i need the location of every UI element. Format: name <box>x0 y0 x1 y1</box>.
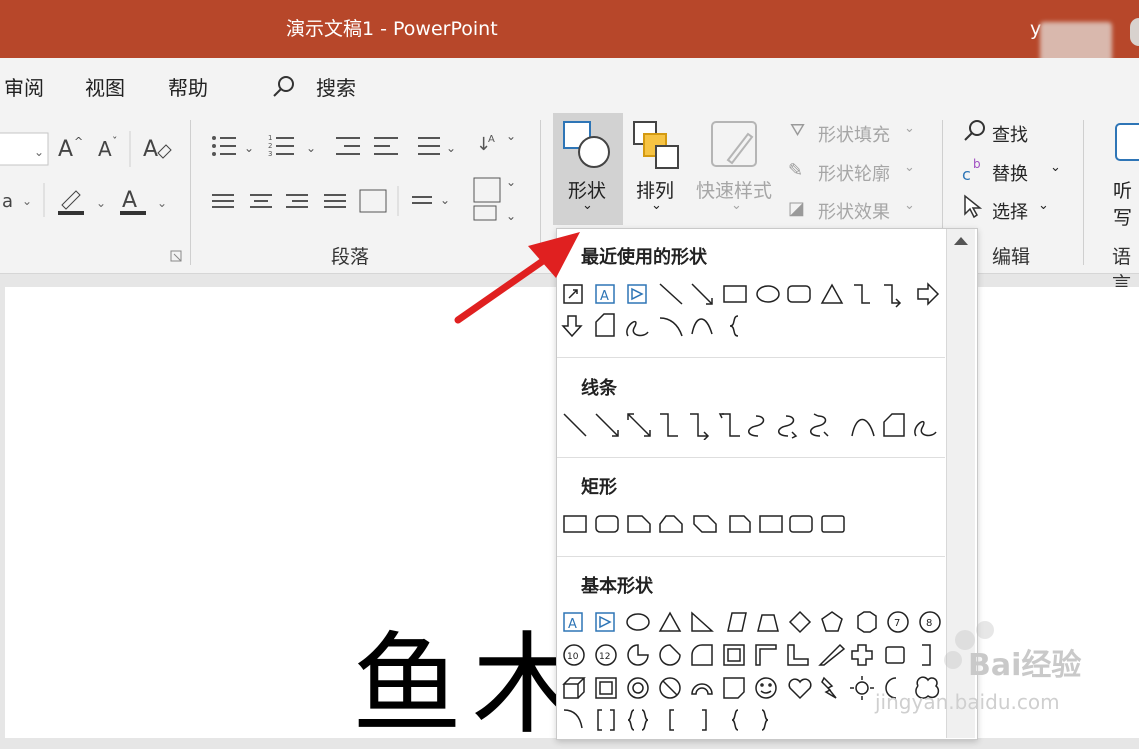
gallery-divider <box>557 357 945 358</box>
rectangles-grid[interactable] <box>560 510 860 540</box>
svg-text:a: a <box>2 191 13 212</box>
chevron-down-icon: ⌄ <box>651 198 662 213</box>
chevron-down-icon: ⌄ <box>904 160 915 175</box>
font-group-controls: ⌄ A ^ Aˇ A a ⌄ ⌄ A ⌄ <box>0 131 172 217</box>
svg-text:⌄: ⌄ <box>34 145 44 159</box>
svg-text:⌄: ⌄ <box>96 196 106 210</box>
svg-text:A: A <box>58 137 73 162</box>
chevron-down-icon: ⌄ <box>731 198 742 213</box>
svg-text:c: c <box>962 165 971 184</box>
ribbon-tabs: 审阅 视图 帮助 搜索 <box>0 58 1139 113</box>
chevron-down-icon: ⌄ <box>904 198 915 213</box>
category-lines: 线条 <box>581 378 617 399</box>
shapes-icon <box>563 121 610 168</box>
svg-text:⌄: ⌄ <box>244 141 254 155</box>
recent-shapes-grid[interactable]: A <box>560 280 950 340</box>
dialog-launcher-icon[interactable] <box>170 250 184 264</box>
group-divider <box>1083 120 1084 265</box>
scroll-up-icon[interactable] <box>954 237 968 245</box>
replace-button[interactable]: 替换 <box>992 160 1028 186</box>
arrange-icon <box>633 121 679 169</box>
dictate-button[interactable]: 听写 <box>1113 176 1139 230</box>
find-icon <box>964 120 985 141</box>
watermark-url: jingyan.baidu.com <box>875 690 1060 714</box>
tab-review[interactable]: 审阅 <box>4 72 44 101</box>
cursor-icon <box>964 194 983 219</box>
find-button[interactable]: 查找 <box>992 121 1028 147</box>
svg-text:^: ^ <box>74 135 83 148</box>
svg-text:A: A <box>488 134 495 145</box>
svg-text:A: A <box>568 617 577 632</box>
svg-text:A: A <box>122 188 137 213</box>
svg-text:A: A <box>98 137 112 161</box>
svg-text:⌄: ⌄ <box>506 129 516 143</box>
replace-icon: c b <box>962 157 981 184</box>
lines-grid[interactable] <box>560 410 950 440</box>
svg-text:2: 2 <box>268 142 272 150</box>
svg-text:⌄: ⌄ <box>440 193 450 207</box>
svg-text:⌄: ⌄ <box>446 141 456 155</box>
select-button[interactable]: 选择 <box>992 198 1028 224</box>
paragraph-group-controls: ⌄ 123 ⌄ ⌄ ↓A ⌄ ⌄ ⌄ ⌄ <box>212 129 516 223</box>
svg-text:b: b <box>973 157 981 171</box>
chevron-down-icon: ⌄ <box>904 121 915 136</box>
category-recent-shapes: 最近使用的形状 <box>581 247 707 268</box>
paint-bucket-icon: ⛛ <box>790 120 806 141</box>
svg-text:10: 10 <box>567 652 579 662</box>
shape-outline-button[interactable]: 形状轮廓 <box>818 160 890 186</box>
pen-icon: ✎ <box>788 160 804 181</box>
search-icon[interactable] <box>272 75 296 99</box>
svg-text:7: 7 <box>894 618 900 629</box>
group-label-paragraph: 段落 <box>331 246 370 268</box>
category-basic-shapes: 基本形状 <box>581 576 653 597</box>
chevron-down-icon: ⌄ <box>1050 160 1061 175</box>
chevron-down-icon: ⌄ <box>582 198 593 213</box>
watermark-brand: Bai经验 <box>968 648 1082 683</box>
shape-effects-button[interactable]: 形状效果 <box>818 198 890 224</box>
window-title: 演示文稿1 - PowerPoint <box>286 18 498 40</box>
svg-text:A: A <box>600 289 609 304</box>
svg-text:8: 8 <box>926 618 932 629</box>
category-rectangles: 矩形 <box>581 477 617 498</box>
dictate-icon <box>1115 123 1139 161</box>
group-label-editing: 编辑 <box>992 246 1031 268</box>
shape-fill-button[interactable]: 形状填充 <box>818 121 890 147</box>
svg-text:1: 1 <box>268 134 272 142</box>
group-divider <box>190 120 191 265</box>
chevron-down-icon: ⌄ <box>1038 198 1049 213</box>
svg-text:⌄: ⌄ <box>506 175 516 189</box>
svg-text:12: 12 <box>599 652 610 662</box>
svg-text:⌄: ⌄ <box>157 196 167 210</box>
title-bar: 演示文稿1 - PowerPoint y <box>0 0 1139 64</box>
effects-icon: ◪ <box>788 198 806 219</box>
svg-text:A: A <box>143 137 158 162</box>
gallery-divider <box>557 556 945 557</box>
annotation-arrow-icon <box>454 232 580 324</box>
svg-text:⌄: ⌄ <box>22 194 32 208</box>
svg-text:ˇ: ˇ <box>112 135 118 148</box>
svg-text:⌄: ⌄ <box>306 141 316 155</box>
gallery-divider <box>557 457 945 458</box>
tab-help[interactable]: 帮助 <box>168 72 208 101</box>
tab-view[interactable]: 视图 <box>85 72 125 101</box>
search-label[interactable]: 搜索 <box>316 72 356 101</box>
avatar[interactable] <box>1130 18 1139 46</box>
quick-styles-icon <box>711 121 757 167</box>
svg-text:3: 3 <box>268 150 272 158</box>
